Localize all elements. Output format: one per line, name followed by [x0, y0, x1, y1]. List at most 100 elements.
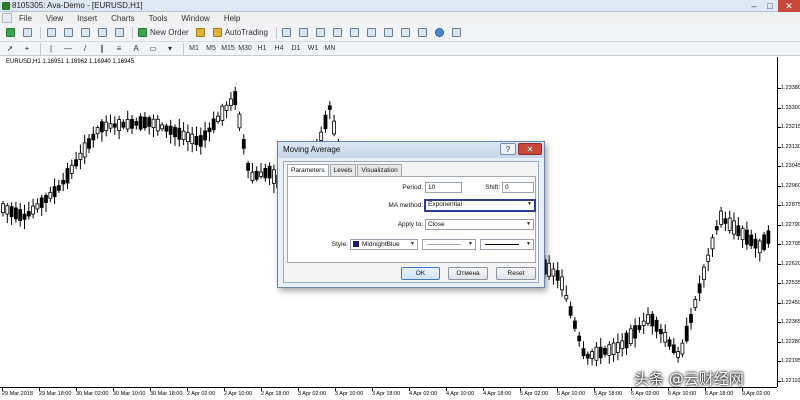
tile-windows-button[interactable] [365, 26, 379, 40]
window-controls: – □ ✕ [746, 0, 800, 12]
window-title: 8105305: Ava-Demo - [EURUSD,H1] [12, 1, 143, 10]
time-label: 4 Apr 10:00 [446, 391, 475, 397]
indicators-icon [418, 28, 428, 37]
menu-tools[interactable]: Tools [142, 14, 175, 23]
reset-button[interactable]: Reset [496, 267, 536, 280]
time-label: 5 Apr 02:00 [520, 391, 549, 397]
trendline-tool[interactable]: / [78, 42, 92, 56]
candle-bullish [551, 268, 556, 277]
candle-bullish [332, 120, 337, 135]
data-window-button[interactable] [61, 26, 75, 40]
maximize-button[interactable]: □ [762, 0, 778, 12]
candle-bearish [650, 313, 655, 327]
line-width-select[interactable] [480, 239, 534, 250]
templates-button[interactable] [450, 26, 464, 40]
arrows-tool[interactable]: ▾ [163, 42, 177, 56]
period-m30[interactable]: M30 [238, 42, 252, 56]
candle-bearish [684, 325, 689, 342]
menu-window[interactable]: Window [174, 14, 216, 23]
meta-editor-button[interactable] [194, 26, 208, 40]
line-style-select[interactable] [422, 239, 476, 250]
vertical-line-tool[interactable]: | [44, 42, 58, 56]
period-m1[interactable]: M1 [187, 42, 201, 56]
candle-bearish [577, 335, 582, 342]
line-studies-toolbar: ➚ + | — / ∥ ≡ A ▭ ▾ M1 M5 M15 M30 H1 H4 … [0, 42, 800, 56]
autotrading-button[interactable]: AutoTrading [211, 26, 270, 40]
minimize-button[interactable]: – [746, 0, 762, 12]
candle-bullish [117, 119, 121, 131]
candle-bullish [616, 342, 620, 353]
crosshair-tool[interactable]: + [20, 42, 34, 56]
tester-button[interactable] [112, 26, 126, 40]
price-axis[interactable]: 1.23380 1.23300 1.23215 1.23130 1.23045 1.229… [777, 57, 800, 387]
navigator-button[interactable] [78, 26, 92, 40]
candle-bullish [48, 191, 53, 199]
candle-bearish [689, 314, 693, 323]
candlesticks-icon [299, 28, 309, 37]
close-button[interactable]: ✕ [778, 0, 800, 12]
line-chart-button[interactable] [314, 26, 328, 40]
label-tool[interactable]: ▭ [146, 42, 160, 56]
candle-bearish [147, 117, 152, 127]
candle-bullish [547, 262, 551, 277]
tab-visualization[interactable]: Visualization [357, 164, 402, 176]
dialog-titlebar[interactable]: Moving Average ? ✕ [278, 142, 544, 158]
chart-window-icon[interactable] [2, 13, 12, 23]
apply-to-select[interactable]: Close [425, 219, 534, 230]
menu-view[interactable]: View [39, 14, 70, 23]
toolbar-separator [40, 42, 41, 55]
style-color-select[interactable]: MidnightBlue [350, 239, 418, 250]
candle-bearish [198, 135, 203, 147]
candle-bearish [267, 165, 272, 179]
terminal-button[interactable] [95, 26, 109, 40]
profiles-button[interactable] [20, 26, 34, 40]
candlesticks-button[interactable] [297, 26, 311, 40]
autoscroll-button[interactable] [399, 26, 413, 40]
shift-input[interactable]: 0 [502, 182, 534, 193]
period-m5[interactable]: M5 [204, 42, 218, 56]
new-chart-button[interactable] [3, 26, 17, 40]
text-tool[interactable]: A [129, 42, 143, 56]
line-chart-icon [316, 28, 326, 37]
candle-bullish [641, 320, 646, 326]
price-label: 1.22875 [781, 202, 800, 208]
period-m15[interactable]: M15 [221, 42, 235, 56]
dialog-close-button[interactable]: ✕ [518, 143, 542, 155]
help-button[interactable]: ? [500, 143, 516, 155]
period-h4[interactable]: H4 [272, 42, 286, 56]
fibonacci-tool[interactable]: ≡ [112, 42, 126, 56]
candle-bearish [52, 186, 57, 198]
menu-charts[interactable]: Charts [104, 14, 142, 23]
period-d1[interactable]: D1 [289, 42, 303, 56]
candle-bearish [766, 230, 771, 244]
ma-method-select[interactable]: Exponential [424, 199, 536, 212]
period-w1[interactable]: W1 [306, 42, 320, 56]
templates-icon [452, 28, 462, 37]
period-input[interactable]: 10 [425, 182, 462, 193]
channel-tool[interactable]: ∥ [95, 42, 109, 56]
chart-shift-button[interactable] [382, 26, 396, 40]
market-watch-button[interactable] [44, 26, 58, 40]
period-mn[interactable]: MN [323, 42, 337, 56]
menu-insert[interactable]: Insert [70, 14, 104, 23]
menu-help[interactable]: Help [217, 14, 247, 23]
new-order-button[interactable]: New Order [136, 26, 191, 40]
menu-file[interactable]: File [12, 14, 39, 23]
ok-button[interactable]: OK [401, 267, 440, 280]
tab-levels[interactable]: Levels [329, 164, 357, 176]
zoom-out-button[interactable] [348, 26, 362, 40]
zoom-in-button[interactable] [331, 26, 345, 40]
period-h1[interactable]: H1 [255, 42, 269, 56]
cancel-button[interactable]: Отмена [448, 267, 488, 280]
candle-bearish [177, 127, 182, 140]
bar-chart-button[interactable] [280, 26, 294, 40]
candle-bullish [693, 298, 698, 308]
indicators-button[interactable] [416, 26, 430, 40]
line-style-sample [427, 244, 461, 245]
horizontal-line-tool[interactable]: — [61, 42, 75, 56]
cursor-tool[interactable]: ➚ [3, 42, 17, 56]
periods-button[interactable] [433, 26, 447, 40]
time-label: 3 Apr 02:00 [298, 391, 327, 397]
candle-bearish [168, 125, 173, 135]
candle-bullish [95, 127, 100, 135]
